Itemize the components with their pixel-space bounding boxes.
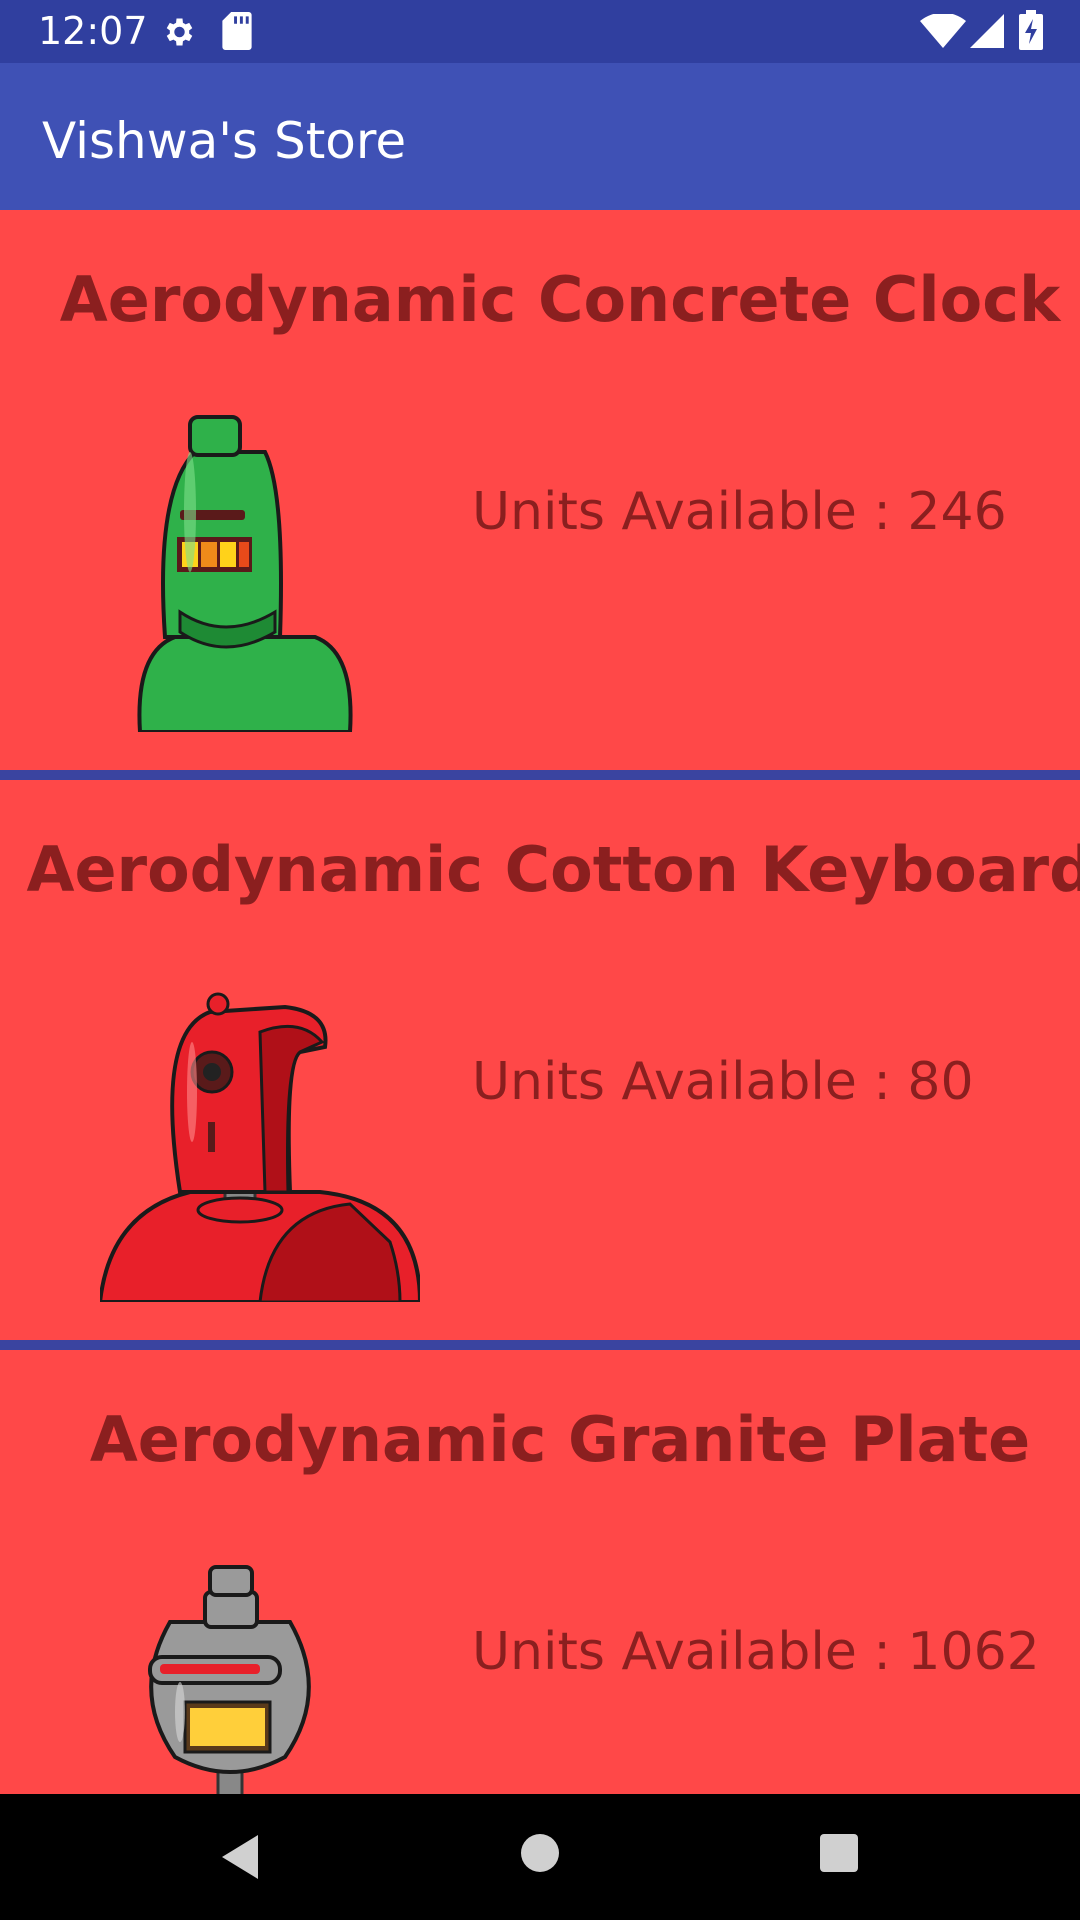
signal-icon [970, 14, 1004, 48]
back-icon[interactable] [218, 1832, 262, 1882]
status-time: 12:07 [38, 9, 148, 53]
app-bar: Vishwa's Store [0, 63, 1080, 210]
product-card[interactable]: Aerodynamic Cotton Keyboard Units Availa… [0, 780, 1080, 1340]
product-name: Aerodynamic Granite Plate [89, 1403, 1031, 1476]
red-robot-image [100, 992, 420, 1302]
wifi-icon [920, 14, 966, 48]
product-card[interactable]: Aerodynamic Concrete Clock Units Availab… [0, 210, 1080, 770]
product-card[interactable]: Aerodynamic Granite Plate Units Availabl… [0, 1350, 1080, 1794]
units-available: Units Available : 80 [472, 1052, 974, 1112]
green-robot-image [137, 415, 353, 732]
navigation-bar [0, 1794, 1080, 1920]
sd-card-icon [222, 12, 252, 50]
home-icon[interactable] [519, 1832, 561, 1874]
app-title: Vishwa's Store [42, 112, 407, 170]
units-available: Units Available : 246 [472, 482, 1007, 542]
product-name: Aerodynamic Cotton Keyboard [26, 833, 1080, 906]
gray-robot-image [148, 1565, 311, 1794]
battery-charging-icon [1019, 10, 1043, 50]
product-name: Aerodynamic Concrete Clock [59, 263, 1061, 336]
recents-icon[interactable] [818, 1832, 860, 1874]
units-available: Units Available : 1062 [472, 1622, 1040, 1682]
product-list[interactable]: Aerodynamic Concrete Clock Units Availab… [0, 210, 1080, 1794]
status-bar: 12:07 [0, 0, 1080, 63]
settings-icon [166, 18, 193, 46]
